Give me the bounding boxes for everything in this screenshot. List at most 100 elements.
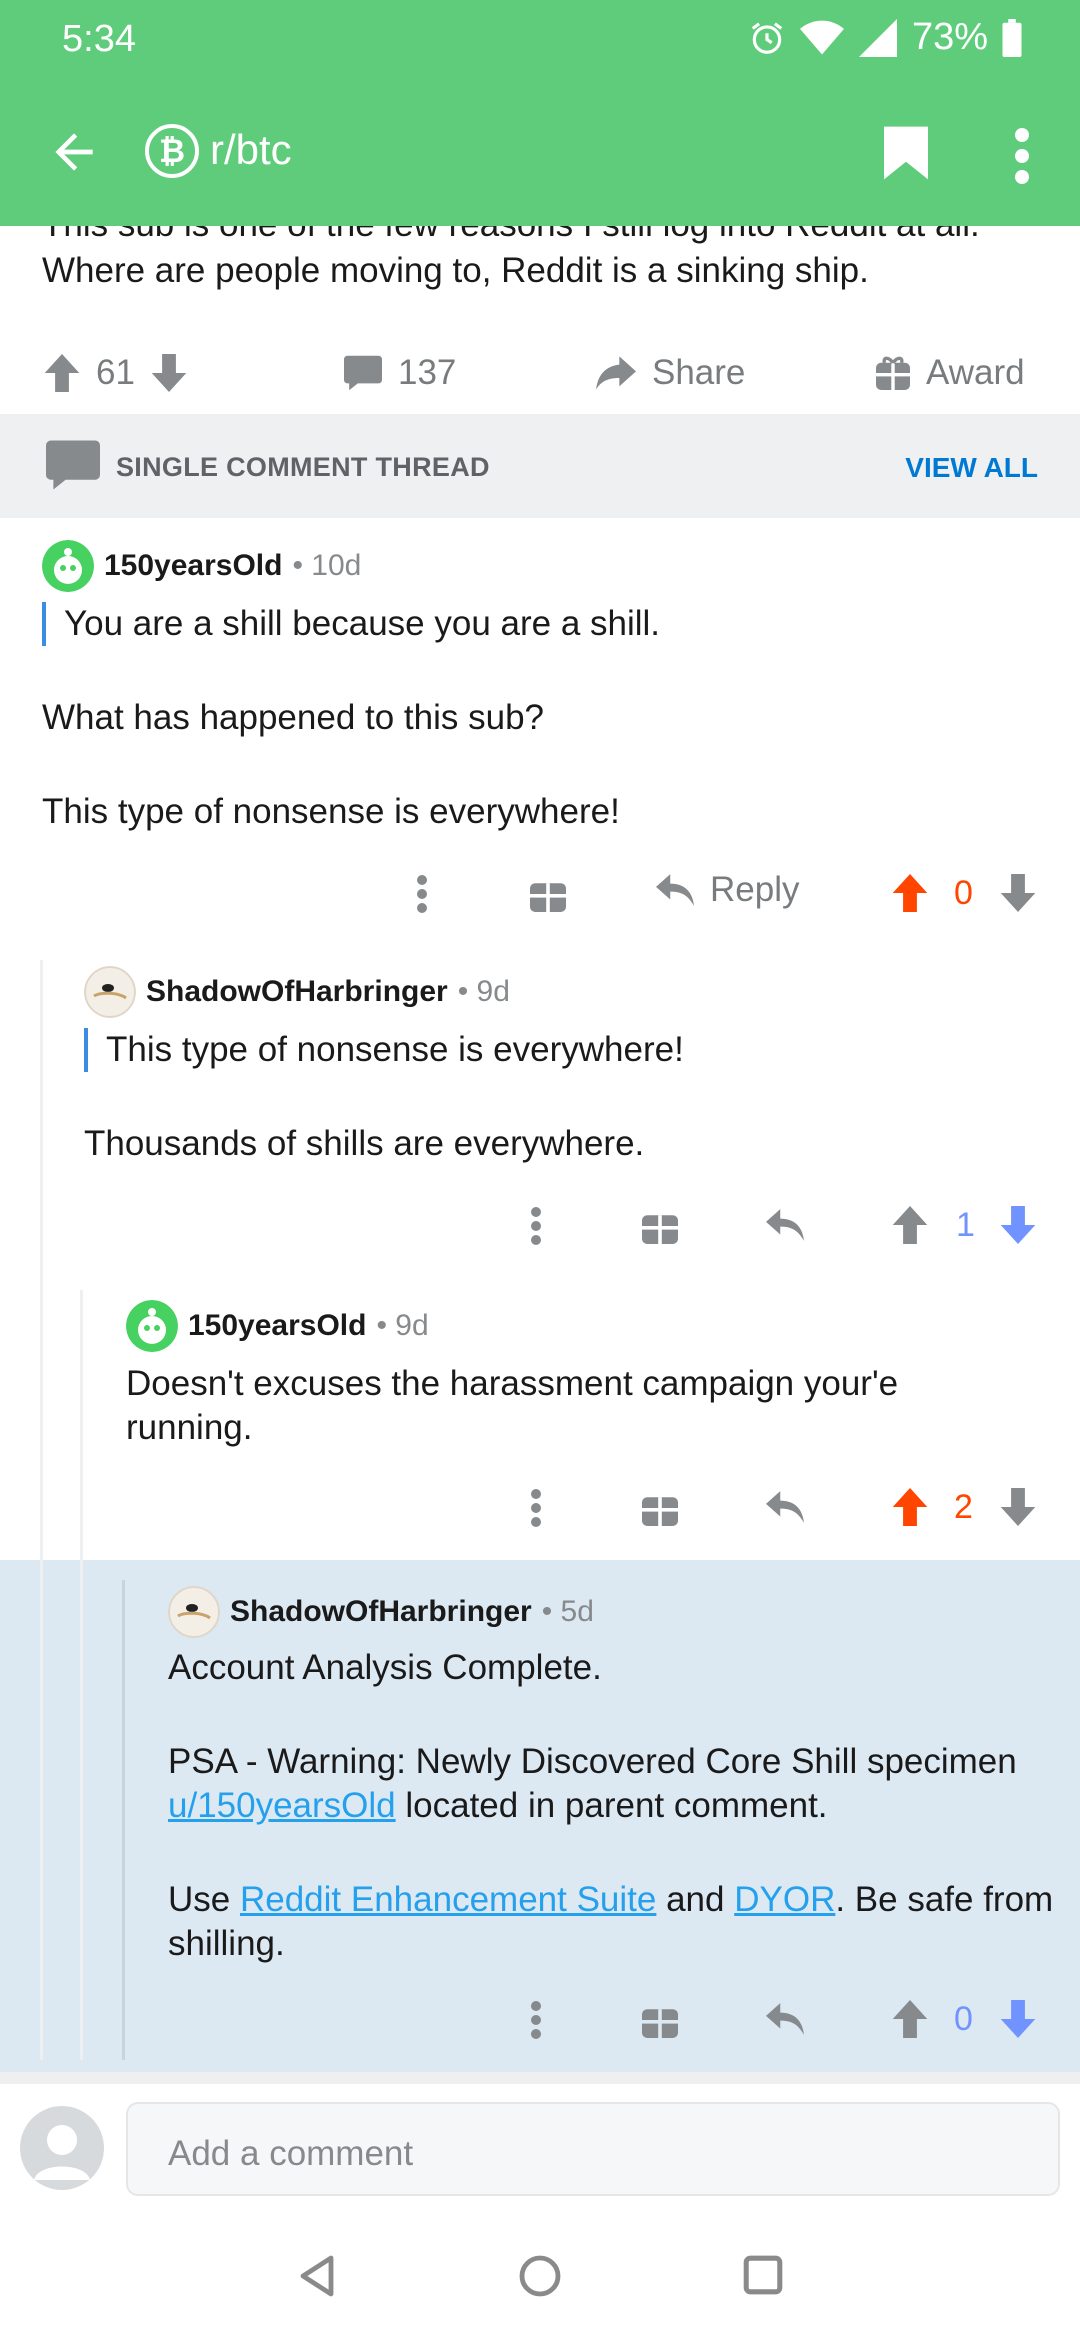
post-vote-group: 61 [44,353,187,393]
status-time: 5:34 [62,18,136,60]
upvote-icon[interactable] [892,874,928,912]
comment-score: 0 [954,2000,973,2038]
status-bar: 5:34 73% [0,0,1080,80]
downvote-icon[interactable] [1000,1488,1036,1526]
reply-button[interactable]: Reply [656,870,799,910]
comment-body: This type of nonsense is everywhere! Tho… [84,1028,1044,1166]
post-award-button[interactable]: Award [876,353,1025,393]
system-nav-bar [0,2204,1080,2340]
post-clipped-line: This sub is one of the few reasons I sti… [42,226,1042,248]
dyor-link[interactable]: DYOR [734,1880,835,1919]
comment-author[interactable]: 150yearsOld [188,1309,366,1343]
post-text-line: Where are people moving to, Reddit is a … [42,251,869,290]
reply-icon[interactable] [766,1490,804,1524]
bitcoin-icon: ₿ [158,132,186,169]
comment-thread-icon [46,440,100,490]
user-avatar[interactable] [20,2106,104,2190]
avatar[interactable] [42,540,94,592]
comment-paragraph: Account Analysis Complete. [168,1648,602,1687]
upvote-icon[interactable] [44,354,80,392]
downvote-icon[interactable] [1000,1206,1036,1244]
comment-paragraph: This type of nonsense is everywhere! [42,792,620,831]
avatar[interactable] [126,1300,178,1352]
post-comments-button[interactable]: 137 [344,353,456,393]
back-arrow-icon[interactable] [46,124,102,180]
comment-score: 1 [956,1206,975,1244]
nav-recents-icon[interactable] [742,2254,784,2296]
battery-icon [1002,18,1022,57]
post-score: 61 [96,353,135,392]
comment-author[interactable]: ShadowOfHarbringer [230,1595,532,1629]
comment-quote: You are a shill because you are a shill. [42,602,1042,646]
comment-action-bar: Reply 0 [400,866,1060,926]
reply-label: Reply [710,870,800,909]
comment-icon [344,355,382,391]
single-thread-banner: SINGLE COMMENT THREAD VIEW ALL [0,414,1080,518]
post-comment-count: 137 [398,353,457,392]
app-header: 5:34 73% ₿ r/btc [0,0,1080,226]
avatar[interactable] [84,966,136,1018]
comment-author[interactable]: 150yearsOld [104,549,282,583]
downvote-icon[interactable] [1000,874,1036,912]
downvote-icon[interactable] [1000,2000,1036,2038]
divider [0,2072,1080,2084]
nav-home-icon[interactable] [518,2254,562,2298]
add-comment-input[interactable]: Add a comment [126,2102,1060,2196]
gift-icon[interactable] [642,1490,678,1526]
comment-score: 0 [954,874,973,912]
comment-body: Account Analysis Complete. PSA - Warning… [168,1646,1058,1966]
more-options-icon[interactable] [530,1206,542,1246]
paragraph-text: Use [168,1880,240,1919]
view-all-button[interactable]: VIEW ALL [905,452,1038,484]
upvote-icon[interactable] [892,1206,928,1244]
more-options-icon[interactable] [416,874,428,914]
paragraph-text: PSA - Warning: Newly Discovered Core Shi… [168,1742,1017,1781]
comment-action-bar: 2 [400,1480,1060,1540]
wifi-icon [799,20,844,54]
battery-percent: 73% [911,16,988,58]
thread-line [122,1580,125,2060]
bookmark-icon[interactable] [884,126,928,180]
comment-author[interactable]: ShadowOfHarbringer [146,975,448,1009]
post-award-label: Award [926,353,1025,392]
comment-action-bar: 0 [400,1992,1060,2052]
gift-icon[interactable] [642,1208,678,1244]
comment-header: 150yearsOld • 9d [126,1300,429,1352]
more-options-icon[interactable] [530,2000,542,2040]
comment-action-bar: 1 [400,1198,1060,1258]
comment-header: ShadowOfHarbringer • 9d [84,966,510,1018]
upvote-icon[interactable] [892,2000,928,2038]
reply-icon[interactable] [766,1208,804,1242]
subreddit-name[interactable]: r/btc [210,126,292,174]
status-icons: 73% [748,16,1022,59]
res-link[interactable]: Reddit Enhancement Suite [240,1880,656,1919]
thread-line [80,1290,83,2060]
comment-age: • 5d [541,1595,594,1628]
gift-icon [876,356,910,390]
thread-line [40,960,43,2060]
comment-paragraph: Use Reddit Enhancement Suite and DYOR. B… [168,1878,1058,1966]
alarm-icon [751,21,783,54]
share-icon [596,356,636,390]
avatar[interactable] [168,1586,220,1638]
subreddit-icon[interactable]: ₿ [145,124,199,178]
comment-score: 2 [954,1488,973,1526]
nav-back-icon[interactable] [296,2254,338,2298]
user-mention-link[interactable]: u/150yearsOld [168,1786,396,1825]
upvote-icon[interactable] [892,1488,928,1526]
comment-composer: Add a comment [0,2084,1080,2204]
paragraph-text: and [656,1880,735,1919]
gift-icon[interactable] [642,2002,678,2038]
post-share-button[interactable]: Share [596,353,745,393]
post-action-bar: 61 137 Share Award [0,330,1080,416]
thread-banner-label: SINGLE COMMENT THREAD [116,452,490,482]
reply-icon[interactable] [766,2002,804,2036]
overflow-menu-icon[interactable] [1010,128,1034,184]
comment-paragraph: PSA - Warning: Newly Discovered Core Shi… [168,1740,1058,1828]
comment-age: • 10d [292,549,362,582]
comment-header: 150yearsOld • 10d [42,540,361,592]
more-options-icon[interactable] [530,1488,542,1528]
app-bar: ₿ r/btc [0,100,1080,210]
gift-icon[interactable] [530,876,566,912]
downvote-icon[interactable] [151,354,187,392]
